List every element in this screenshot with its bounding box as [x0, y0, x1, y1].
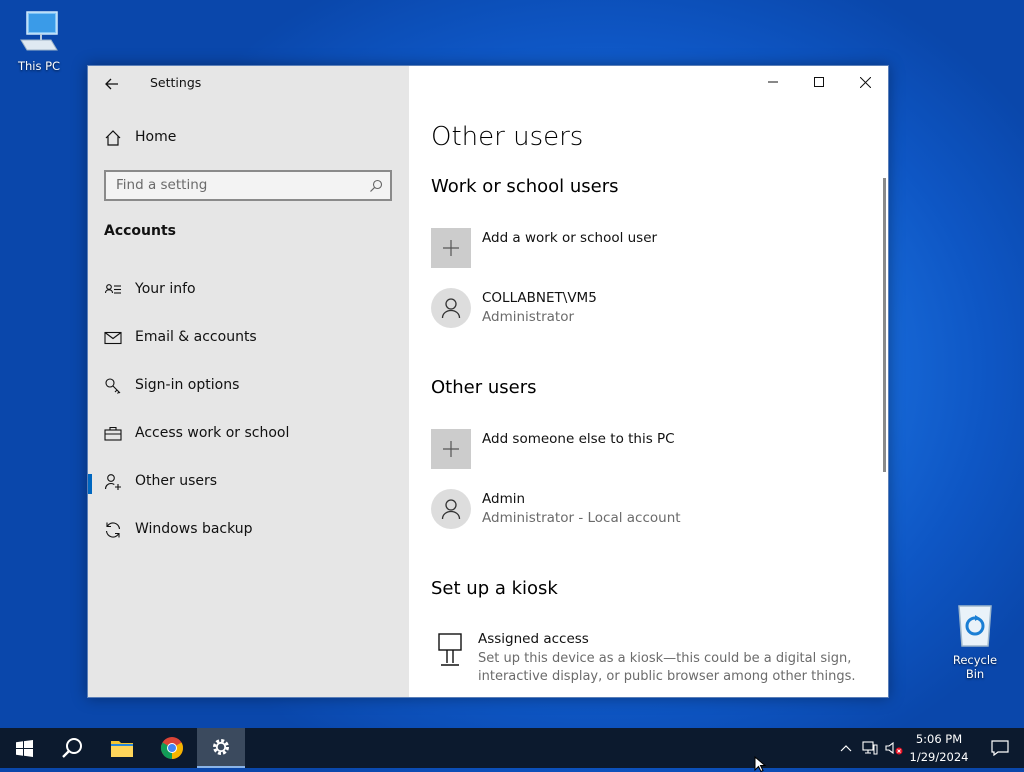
add-someone-else-label[interactable]: Add someone else to this PC — [482, 431, 675, 447]
key-icon — [105, 378, 121, 394]
volume-button[interactable] — [882, 728, 906, 768]
clock[interactable]: 5:06 PM 1/29/2024 — [908, 730, 970, 766]
nav-item-email-accounts[interactable]: Email & accounts — [88, 317, 409, 361]
kiosk-icon — [438, 633, 462, 666]
scrollbar-thumb[interactable] — [883, 178, 886, 472]
taskbar: 5:06 PM 1/29/2024 — [0, 728, 1024, 768]
close-button[interactable] — [842, 66, 888, 98]
desktop-icon-label: This PC — [17, 59, 61, 73]
settings-content-pane: Other users Work or school users Add a w… — [409, 66, 888, 697]
nav-item-other-users[interactable]: Other users — [88, 461, 409, 505]
sync-icon — [105, 522, 121, 538]
clock-time: 5:06 PM — [915, 732, 963, 746]
search-icon — [62, 738, 82, 758]
minimize-icon — [768, 81, 778, 83]
person-add-icon — [104, 474, 121, 490]
assigned-access-description: Set up this device as a kiosk—this could… — [478, 651, 852, 666]
nav-item-label: Other users — [135, 473, 218, 489]
chrome-button[interactable] — [148, 728, 196, 768]
show-hidden-icons-button[interactable] — [834, 728, 858, 768]
window-title: Settings — [150, 75, 202, 90]
nav-item-label: Windows backup — [135, 521, 253, 537]
user-name[interactable]: Admin — [482, 491, 525, 507]
add-work-school-user-label[interactable]: Add a work or school user — [482, 230, 657, 246]
computer-icon — [20, 11, 58, 51]
nav-item-sign-in-options[interactable]: Sign-in options — [88, 365, 409, 409]
mouse-cursor-icon — [754, 756, 766, 772]
nav-item-label: Your info — [135, 281, 196, 297]
search-taskbar-button[interactable] — [48, 728, 96, 768]
nav-item-label: Sign-in options — [135, 377, 240, 393]
nav-item-access-work-school[interactable]: Access work or school — [88, 413, 409, 457]
nav-home[interactable]: Home — [88, 117, 409, 161]
desktop-icon-recycle-bin[interactable]: Recycle Bin — [942, 602, 1008, 681]
notification-icon — [991, 740, 1009, 756]
avatar[interactable] — [431, 288, 471, 328]
user-role: Administrator — [482, 309, 575, 325]
briefcase-icon — [104, 426, 122, 441]
network-icon — [862, 741, 878, 755]
network-button[interactable] — [858, 728, 882, 768]
nav-item-windows-backup[interactable]: Windows backup — [88, 509, 409, 553]
assigned-access-description: interactive display, or public browser a… — [478, 669, 856, 684]
search-box[interactable]: Find a setting — [104, 170, 392, 201]
user-icon — [441, 499, 461, 520]
user-name[interactable]: COLLABNET\VM5 — [482, 290, 597, 306]
settings-taskbar-button[interactable] — [197, 728, 245, 768]
back-button[interactable] — [100, 72, 124, 96]
nav-item-label: Email & accounts — [135, 329, 257, 345]
selection-indicator — [88, 474, 92, 494]
assigned-access-title[interactable]: Assigned access — [478, 631, 589, 647]
file-explorer-button[interactable] — [98, 728, 146, 768]
settings-nav-pane: Settings Home Find a setting Accounts Yo… — [88, 66, 409, 697]
windows-logo-icon — [15, 739, 33, 757]
settings-window: Settings Home Find a setting Accounts Yo… — [87, 65, 889, 698]
nav-item-your-info[interactable]: Your info — [88, 269, 409, 313]
nav-item-label: Access work or school — [135, 425, 290, 441]
close-icon — [859, 76, 871, 88]
plus-icon — [443, 441, 459, 457]
avatar[interactable] — [431, 489, 471, 529]
chevron-up-icon — [840, 745, 852, 752]
user-icon — [441, 298, 461, 319]
recycle-bin-icon — [958, 605, 992, 647]
search-placeholder: Find a setting — [116, 177, 208, 193]
section-heading-work-school: Work or school users — [431, 176, 619, 197]
home-icon — [105, 130, 121, 146]
contact-card-icon — [104, 284, 121, 294]
add-someone-else-button[interactable] — [431, 429, 471, 469]
clock-date: 1/29/2024 — [909, 750, 969, 764]
chrome-icon — [161, 737, 183, 759]
user-role: Administrator - Local account — [482, 510, 681, 526]
start-button[interactable] — [0, 728, 48, 768]
nav-home-label: Home — [135, 129, 177, 145]
volume-muted-icon — [885, 741, 903, 755]
folder-icon — [111, 741, 133, 757]
desktop-icon-this-pc[interactable]: This PC — [7, 10, 71, 73]
back-arrow-icon — [105, 78, 118, 90]
section-heading-kiosk: Set up a kiosk — [431, 578, 558, 599]
minimize-button[interactable] — [750, 66, 796, 98]
nav-section-title: Accounts — [104, 223, 177, 239]
maximize-icon — [814, 77, 824, 87]
desktop-icon-label: Recycle Bin — [952, 653, 998, 681]
plus-icon — [443, 240, 459, 256]
action-center-button[interactable] — [976, 728, 1024, 768]
page-title: Other users — [431, 122, 584, 152]
section-heading-other-users: Other users — [431, 377, 537, 398]
mail-icon — [104, 331, 122, 345]
gear-icon — [213, 739, 229, 755]
maximize-button[interactable] — [796, 66, 842, 98]
search-icon — [370, 179, 383, 192]
add-work-school-user-button[interactable] — [431, 228, 471, 268]
